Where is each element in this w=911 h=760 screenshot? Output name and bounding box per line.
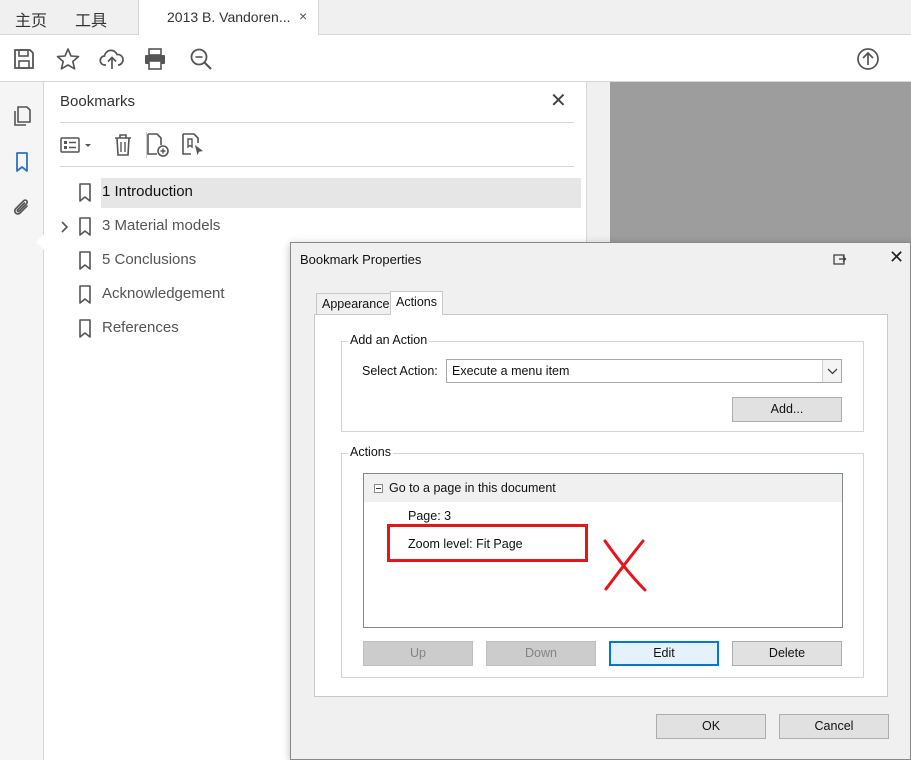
edit-button[interactable]: Edit (609, 641, 719, 666)
delete-bookmark-icon[interactable] (110, 132, 136, 158)
ok-button[interactable]: OK (656, 714, 766, 739)
select-action-value: Execute a menu item (452, 364, 570, 378)
action-detail-page: Page: 3 (408, 509, 452, 523)
tab-bar: 主页 工具 2013 B. Vandoren... × (0, 0, 911, 35)
select-action-dropdown[interactable]: Execute a menu item (446, 359, 842, 383)
collapse-icon[interactable] (374, 484, 383, 493)
up-button[interactable]: Up (363, 641, 473, 666)
action-tree-node[interactable]: Go to a page in this document (364, 474, 842, 502)
divider (60, 122, 574, 123)
delete-button[interactable]: Delete (732, 641, 842, 666)
pages-icon[interactable] (10, 104, 34, 128)
star-icon[interactable] (55, 46, 81, 72)
chevron-right-icon[interactable] (57, 219, 71, 235)
tab-appearance[interactable]: Appearance (316, 293, 396, 315)
bookmark-label: References (102, 319, 179, 336)
bookmark-ribbon-icon (79, 251, 91, 270)
bookmark-item[interactable]: 3 Material models (54, 212, 581, 242)
add-action-group-title: Add an Action (348, 333, 430, 347)
tab-home[interactable]: 主页 (15, 7, 47, 31)
attachment-icon[interactable] (10, 196, 34, 220)
bookmark-item[interactable]: 1 Introduction (54, 178, 581, 208)
annotation-highlight-box (387, 524, 588, 562)
bookmark-options-icon[interactable] (60, 132, 96, 158)
bookmark-ribbon-icon (79, 217, 91, 236)
divider (60, 166, 574, 167)
dialog-close-icon[interactable]: ✕ (889, 248, 904, 266)
tab-tools[interactable]: 工具 (75, 7, 107, 31)
add-action-group: Add an Action Select Action: Execute a m… (341, 333, 864, 432)
bookmark-label: Acknowledgement (102, 285, 225, 302)
dropdown-button[interactable] (822, 360, 841, 382)
bookmarks-toolbar (60, 130, 574, 160)
down-button[interactable]: Down (486, 641, 596, 666)
new-bookmark-icon[interactable] (145, 132, 171, 158)
bookmark-ribbon-icon (79, 183, 91, 202)
tab-document[interactable]: 2013 B. Vandoren... × (138, 0, 319, 35)
find-bookmark-icon[interactable] (180, 132, 206, 158)
bookmark-label: 3 Material models (102, 217, 221, 234)
bookmarks-panel-title: Bookmarks (60, 93, 136, 110)
bookmark-icon[interactable] (10, 150, 34, 174)
bookmark-label: 1 Introduction (102, 183, 193, 200)
tab-close-icon[interactable]: × (299, 8, 307, 24)
save-icon[interactable] (11, 46, 37, 72)
bookmark-ribbon-icon (79, 319, 91, 338)
add-action-button[interactable]: Add... (732, 397, 842, 422)
page-up-icon[interactable] (855, 46, 881, 72)
bookmark-ribbon-icon (79, 285, 91, 304)
annotation-cross-icon (603, 539, 647, 592)
bookmark-label: 5 Conclusions (102, 251, 197, 268)
actions-tab-panel: Add an Action Select Action: Execute a m… (314, 314, 888, 697)
print-icon[interactable] (142, 46, 168, 72)
chevron-down-icon (827, 368, 838, 375)
cloud-upload-icon[interactable] (99, 46, 125, 72)
actions-group-title: Actions (348, 445, 393, 459)
bookmark-properties-dialog: Bookmark Properties ✕ Appearance Actions… (290, 242, 911, 760)
dialog-title: Bookmark Properties (300, 252, 422, 267)
tab-document-title: 2013 B. Vandoren... (167, 9, 291, 25)
left-rail (0, 82, 44, 760)
restore-icon[interactable] (833, 252, 847, 266)
zoom-search-icon[interactable] (188, 46, 214, 72)
tab-actions[interactable]: Actions (390, 291, 443, 315)
cancel-button[interactable]: Cancel (779, 714, 889, 739)
select-action-label: Select Action: (362, 364, 438, 378)
rail-active-pointer (36, 234, 44, 250)
main-toolbar (0, 35, 911, 82)
action-title: Go to a page in this document (389, 481, 556, 495)
bookmarks-close-icon[interactable]: ✕ (550, 91, 567, 111)
